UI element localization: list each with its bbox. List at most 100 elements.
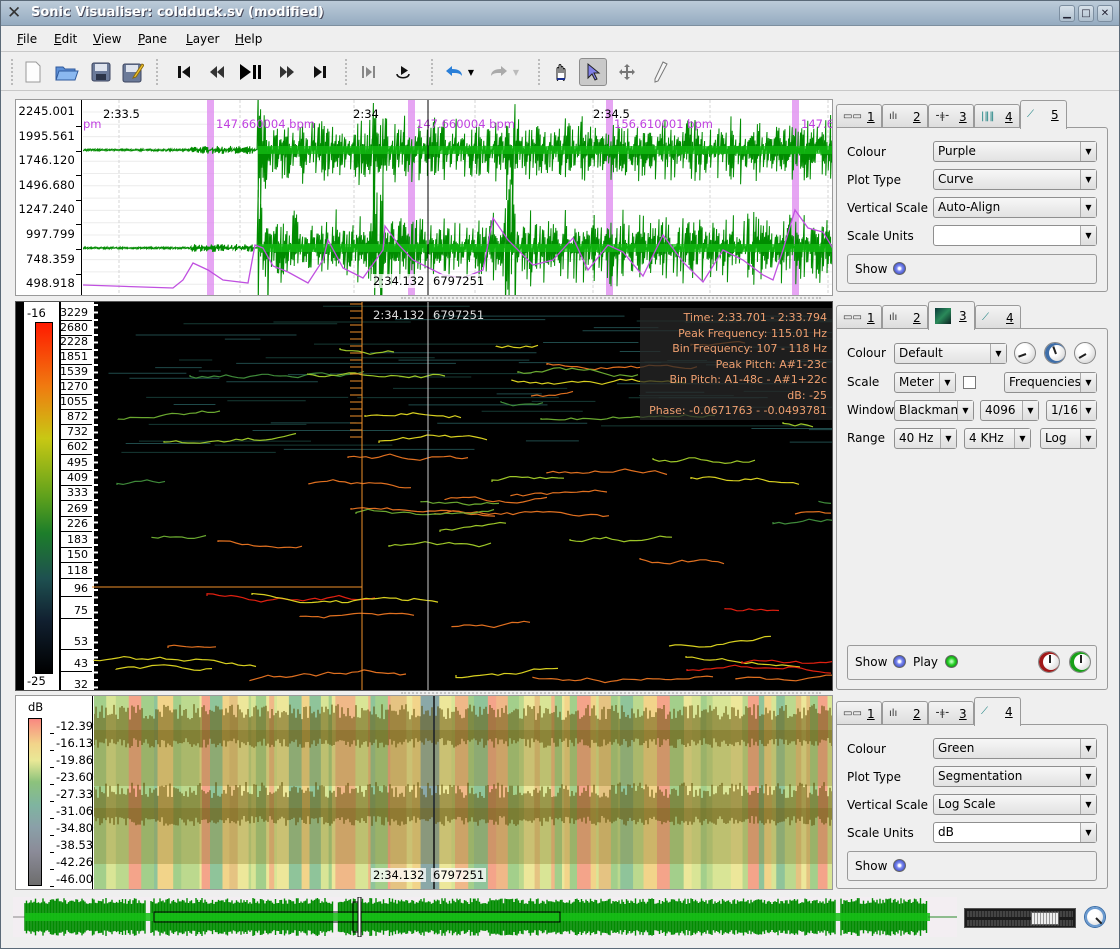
save-as-button[interactable] xyxy=(119,58,147,86)
chevron-down-icon: ▼ xyxy=(939,373,955,392)
menu-pane[interactable]: Pane xyxy=(138,32,167,46)
colour-scale-select[interactable]: Meter ▼ xyxy=(894,372,956,393)
time-label: 2:34 xyxy=(353,107,379,121)
playback-pan-knob[interactable] xyxy=(1069,651,1091,673)
colour-select[interactable]: Purple ▼ xyxy=(933,141,1097,162)
overview-waveform[interactable] xyxy=(13,897,957,937)
bin-display-select[interactable]: Frequencies ▼ xyxy=(1004,372,1097,393)
window-type-select[interactable]: Blackman ▼ xyxy=(894,400,974,421)
threshold-knob[interactable] xyxy=(1074,342,1096,364)
tab-number: 2 xyxy=(913,109,921,124)
show-toggle[interactable] xyxy=(893,859,906,872)
frequency-label: 43 xyxy=(74,657,88,670)
frequency-label: 32 xyxy=(74,678,88,691)
pane-splitter[interactable] xyxy=(401,297,821,299)
harmonic-track xyxy=(690,476,800,485)
range-min-select[interactable]: 40 Hz ▼ xyxy=(894,428,957,449)
maximize-button[interactable]: □ xyxy=(1078,5,1094,22)
menu-help[interactable]: Help xyxy=(235,32,262,46)
tab-layer-3[interactable]: 3 xyxy=(928,301,975,330)
loop-button[interactable] xyxy=(389,58,417,86)
plot-type-select[interactable]: Curve ▼ xyxy=(933,169,1097,190)
toolbar-handle[interactable] xyxy=(538,59,541,85)
colour-rotation-knob[interactable] xyxy=(1044,342,1066,364)
colour-select[interactable]: Green ▼ xyxy=(933,738,1097,759)
pane-waveform[interactable]: 2245.001 1995.561 1746.120 1496.680 1247.240… xyxy=(15,99,833,296)
pane-splitter[interactable] xyxy=(401,692,821,694)
scale-units-input[interactable]: dB ▼ xyxy=(933,822,1097,843)
tab-layer-3[interactable]: ⁃ǂ⁃ 3 xyxy=(928,104,974,128)
undo-history-dropdown[interactable]: ▼ xyxy=(463,58,479,86)
show-toggle[interactable] xyxy=(893,655,906,668)
vertical-scale: 2245.001 1995.561 1746.120 1496.680 1247.240… xyxy=(16,100,82,295)
toolbar-handle[interactable] xyxy=(11,59,14,85)
close-button[interactable]: ✕ xyxy=(1097,5,1113,22)
new-button[interactable] xyxy=(19,58,47,86)
tab-layer-4[interactable]: |‖‖ 4 xyxy=(974,104,1020,128)
show-toggle[interactable] xyxy=(893,262,906,275)
save-button[interactable] xyxy=(87,58,115,86)
play-toggle[interactable] xyxy=(945,655,958,668)
menu-view[interactable]: View xyxy=(93,32,121,46)
window-overlap-select[interactable]: 1/16 ▼ xyxy=(1046,400,1097,421)
minimize-button[interactable]: ▁ xyxy=(1059,5,1075,22)
tab-layer-1[interactable]: ▭▭ 1 xyxy=(836,701,882,725)
range-label: Range xyxy=(847,431,886,445)
move-tool-button[interactable] xyxy=(613,58,641,86)
playback-speed-knob[interactable] xyxy=(1084,906,1106,928)
redo-history-dropdown[interactable]: ▼ xyxy=(508,58,524,86)
tab-layer-4[interactable]: ⟋ 4 xyxy=(974,697,1021,726)
pane-segmentation[interactable]: dB -12.399 -16.133 -19.866 -23.600 -27.333 -3… xyxy=(15,695,833,890)
fast-forward-button[interactable] xyxy=(273,58,301,86)
vertical-scale-select[interactable]: Auto-Align ▼ xyxy=(933,197,1097,218)
gain-slider-handle[interactable] xyxy=(1031,912,1059,925)
normalize-checkbox[interactable] xyxy=(963,376,976,389)
plot-type-select[interactable]: Segmentation ▼ xyxy=(933,766,1097,787)
toolbar-handle[interactable] xyxy=(345,59,348,85)
scale-label: Scale xyxy=(847,375,880,389)
colour-map-select[interactable]: Default ▼ xyxy=(894,343,1007,364)
title-bar: ✕ Sonic Visualiser: coldduck.sv (modifie… xyxy=(1,1,1119,26)
range-max-select[interactable]: 4 KHz ▼ xyxy=(964,428,1031,449)
fast-forward-end-button[interactable] xyxy=(306,58,334,86)
tab-number: 1 xyxy=(867,310,875,325)
tab-layer-4[interactable]: ⟋ 4 xyxy=(975,305,1021,329)
tab-layer-2[interactable]: ılı 2 xyxy=(882,305,928,329)
menu-file[interactable]: File xyxy=(17,32,37,46)
play-pause-button[interactable] xyxy=(237,58,265,86)
menu-layer[interactable]: Layer xyxy=(186,32,219,46)
toolbar-handle[interactable] xyxy=(431,59,434,85)
toolbar-handle[interactable] xyxy=(156,59,159,85)
gain-knob[interactable] xyxy=(1014,342,1036,364)
draw-tool-button[interactable] xyxy=(646,58,674,86)
play-selection-button[interactable] xyxy=(355,58,383,86)
waveform-canvas[interactable]: 2:33.5 2:34 2:34.5pm 147.660004 bpm 147.6600… xyxy=(83,100,833,296)
tab-layer-3[interactable]: ⁃ǂ⁃ 3 xyxy=(928,701,974,725)
ruler-icon: ılı xyxy=(889,707,898,719)
open-button[interactable] xyxy=(53,58,81,86)
window-size-select[interactable]: 4096 ▼ xyxy=(980,400,1039,421)
scale-units-input[interactable]: ▼ xyxy=(933,225,1097,246)
tab-layer-2[interactable]: ılı 2 xyxy=(882,701,928,725)
tab-layer-1[interactable]: ▭▭ 1 xyxy=(836,305,882,329)
frequency-scale-select[interactable]: Log ▼ xyxy=(1040,428,1097,449)
tab-layer-2[interactable]: ılı 2 xyxy=(882,104,928,128)
frequency-label: 1539 xyxy=(60,365,88,378)
rewind-start-button[interactable] xyxy=(170,58,198,86)
vertical-scale-select[interactable]: Log Scale ▼ xyxy=(933,794,1097,815)
navigate-tool-button[interactable] xyxy=(546,58,574,86)
redo-icon xyxy=(491,66,507,76)
cursor-frame-label: 6797251 xyxy=(431,868,487,882)
tab-layer-5[interactable]: ⟋ 5 xyxy=(1020,100,1067,129)
colour-label: Colour xyxy=(847,346,886,360)
menu-edit[interactable]: Edit xyxy=(54,32,77,46)
select-tool-button[interactable] xyxy=(579,58,607,86)
segmentation-canvas[interactable] xyxy=(94,696,833,890)
playback-gain-slider[interactable] xyxy=(964,908,1076,928)
time-instants-icon: |‖‖ xyxy=(981,110,995,122)
rewind-button[interactable] xyxy=(203,58,231,86)
tab-layer-1[interactable]: ▭▭ 1 xyxy=(836,104,882,128)
pane-spectrogram[interactable]: -16 -25 3229 2680 2228 1851 1539 1270 1055 872 7… xyxy=(15,301,833,691)
playback-gain-knob[interactable] xyxy=(1038,651,1060,673)
harmonic-track xyxy=(455,667,559,679)
